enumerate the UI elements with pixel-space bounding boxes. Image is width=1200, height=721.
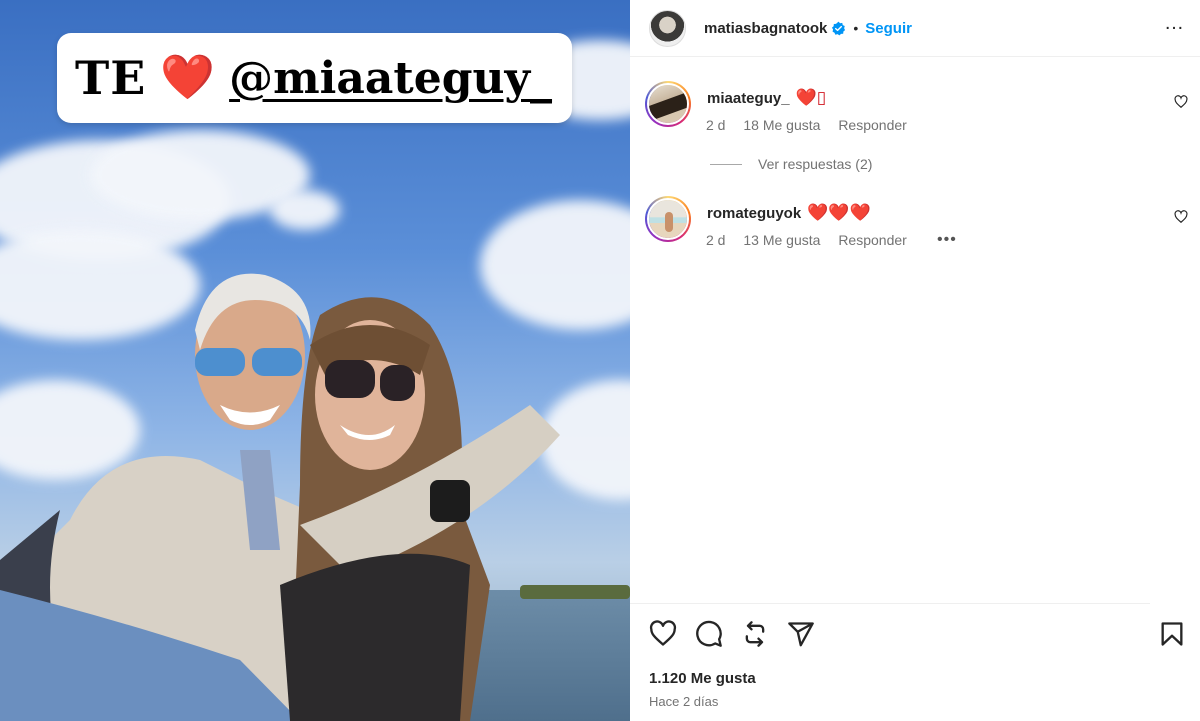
verified-badge-icon xyxy=(832,21,846,35)
commenter-avatar xyxy=(649,200,687,238)
post-timestamp[interactable]: Hace 2 días xyxy=(649,694,718,709)
woman-figure xyxy=(280,297,560,721)
story-ring[interactable] xyxy=(645,81,691,127)
comment-text: miaateguy_ ❤️▯ xyxy=(707,88,826,108)
post-sidebar: matiasbagnatook • Seguir … miaateguy_ ❤️▯… xyxy=(630,0,1200,721)
comment-likes[interactable]: 13 Me gusta xyxy=(743,232,820,248)
comment-icon[interactable] xyxy=(695,620,723,648)
view-replies-button[interactable]: Ver respuestas (2) xyxy=(710,156,872,172)
comment-age: 2 d xyxy=(706,117,726,133)
comment-text: romateguyok ❤️❤️❤️ xyxy=(707,203,871,223)
post-image[interactable]: TE ❤️ @miaateguy_ xyxy=(0,0,630,721)
repost-icon[interactable] xyxy=(741,620,769,648)
comment-age: 2 d xyxy=(706,232,726,248)
likes-count[interactable]: 1.120 Me gusta xyxy=(649,670,756,687)
heart-emoji-icon: ❤️ xyxy=(160,53,216,102)
replies-line xyxy=(710,163,742,165)
comment-meta: 2 d 18 Me gusta Responder xyxy=(706,117,921,133)
story-ring[interactable] xyxy=(645,196,691,242)
send-icon[interactable] xyxy=(787,620,815,648)
comment-emoji: ❤️❤️❤️ xyxy=(807,203,871,222)
author-avatar[interactable] xyxy=(649,9,686,47)
action-bar xyxy=(649,620,1189,652)
heart-outline-icon[interactable] xyxy=(649,620,677,648)
comment-like-heart-icon[interactable] xyxy=(1174,95,1188,109)
comment-likes[interactable]: 18 Me gusta xyxy=(743,117,820,133)
follow-button[interactable]: Seguir xyxy=(865,20,912,37)
reply-button[interactable]: Responder xyxy=(838,117,907,133)
bookmark-icon[interactable] xyxy=(1158,620,1186,648)
comment-emoji: ❤️▯ xyxy=(795,88,827,107)
divider xyxy=(630,603,1150,604)
sticker-te-text: TE xyxy=(75,51,147,105)
view-replies-label: Ver respuestas (2) xyxy=(758,156,873,172)
author-username[interactable]: matiasbagnatook xyxy=(704,20,827,37)
reply-button[interactable]: Responder xyxy=(838,232,907,248)
commenter-username[interactable]: romateguyok xyxy=(707,205,801,222)
comment-options-icon[interactable]: ••• xyxy=(937,231,957,249)
post-header: matiasbagnatook • Seguir … xyxy=(630,0,1200,57)
cloud xyxy=(270,190,340,230)
more-options-icon[interactable]: … xyxy=(1164,12,1185,35)
comment-item: miaateguy_ ❤️▯ 2 d 18 Me gusta Responder xyxy=(645,81,1190,141)
sticker-mention[interactable]: @miaateguy_ xyxy=(229,53,552,104)
comment-like-heart-icon[interactable] xyxy=(1174,210,1188,224)
commenter-username[interactable]: miaateguy_ xyxy=(707,90,790,107)
separator-dot: • xyxy=(853,20,859,36)
comment-item: romateguyok ❤️❤️❤️ 2 d 13 Me gusta Respon… xyxy=(645,196,1190,256)
commenter-avatar xyxy=(649,85,687,123)
comment-meta: 2 d 13 Me gusta Responder xyxy=(706,232,921,248)
text-sticker: TE ❤️ @miaateguy_ xyxy=(57,33,572,123)
